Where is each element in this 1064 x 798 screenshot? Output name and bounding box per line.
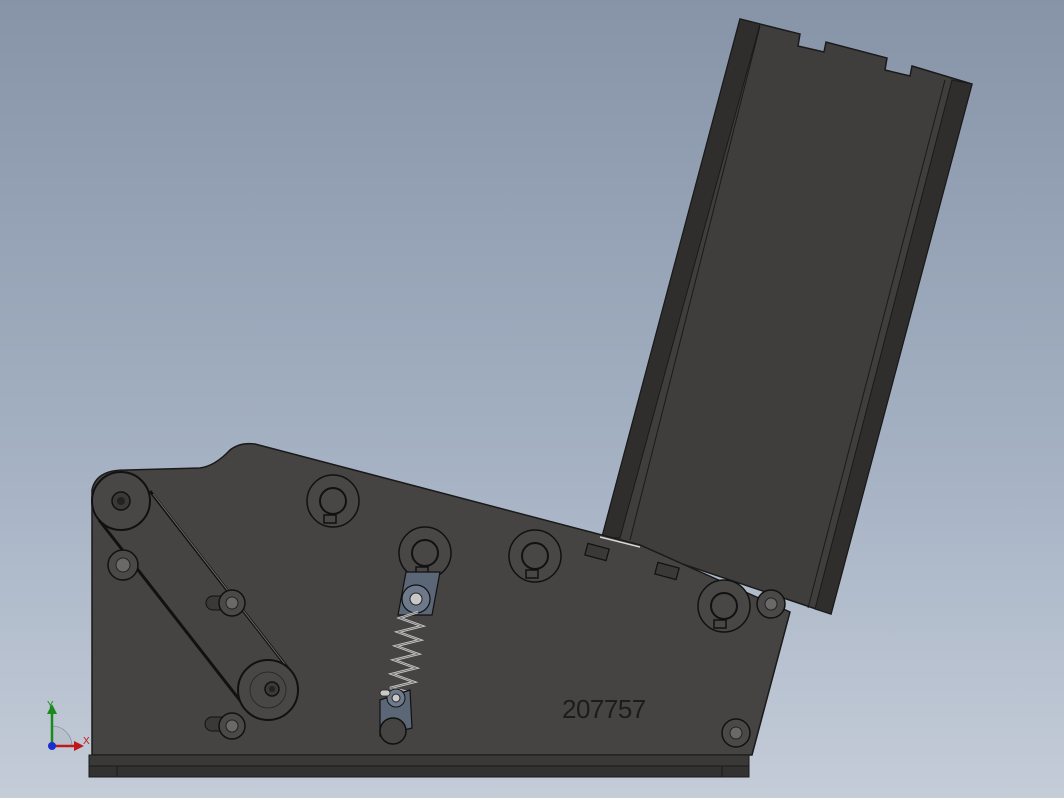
pulley-icon[interactable] bbox=[91, 471, 151, 531]
part-number-label: 207757 bbox=[562, 694, 646, 724]
graphics-viewport[interactable]: 207757 Y X bbox=[0, 0, 1064, 798]
axis-y-label: Y bbox=[47, 700, 54, 711]
bolt-icon bbox=[756, 589, 786, 619]
base-rail[interactable] bbox=[88, 754, 750, 778]
pulley-icon[interactable] bbox=[237, 659, 299, 721]
retaining-ring-icon[interactable] bbox=[306, 474, 360, 528]
retaining-ring-icon[interactable] bbox=[697, 579, 751, 633]
chute[interactable] bbox=[601, 18, 973, 615]
model-view[interactable] bbox=[0, 0, 1064, 798]
retaining-ring-icon[interactable] bbox=[508, 529, 562, 583]
coordinate-triad-icon[interactable] bbox=[47, 704, 84, 751]
bolt-icon bbox=[107, 549, 139, 581]
axis-x-label: X bbox=[83, 736, 90, 747]
bolt-icon bbox=[721, 718, 751, 748]
